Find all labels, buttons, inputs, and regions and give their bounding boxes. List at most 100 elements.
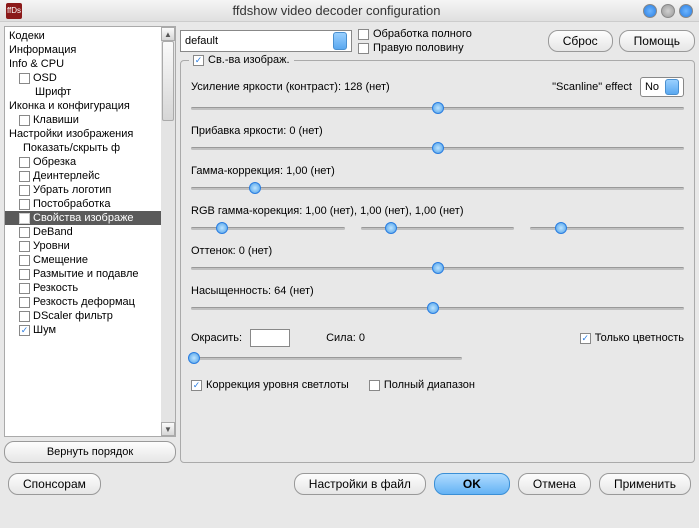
scroll-up-icon[interactable]: ▲ (161, 27, 175, 41)
tree-item[interactable]: OSD (5, 71, 161, 85)
help-button[interactable]: Помощь (619, 30, 695, 52)
rgb-gamma-r-slider[interactable] (191, 221, 345, 235)
footer: Спонсорам Настройки в файл OK Отмена При… (0, 467, 699, 501)
luma-offset-slider[interactable] (191, 141, 684, 155)
tree-item[interactable]: ✓Шум (5, 323, 161, 337)
tree-item[interactable]: DScaler фильтр (5, 309, 161, 323)
tree-checkbox[interactable] (19, 283, 30, 294)
rgb-gamma-b-slider[interactable] (530, 221, 684, 235)
tree-checkbox[interactable] (19, 185, 30, 196)
select-spinner-icon[interactable] (665, 79, 679, 95)
tree-item[interactable]: ✓Свойства изображе (5, 211, 161, 225)
tree-item[interactable]: Info & CPU (5, 57, 161, 71)
hue-slider[interactable] (191, 261, 684, 275)
tree-item-label: Кодеки (9, 30, 45, 42)
tree-checkbox[interactable] (19, 241, 30, 252)
tree-checkbox[interactable] (19, 199, 30, 210)
donate-button[interactable]: Спонсорам (8, 473, 101, 495)
minimize-icon[interactable] (643, 4, 657, 18)
preset-value: default (185, 35, 218, 47)
saturation-label: Насыщенность: 64 (нет) (191, 285, 314, 297)
gamma-label: Гамма-коррекция: 1,00 (нет) (191, 165, 335, 177)
tree-item-label: Постобработка (33, 198, 110, 210)
tree-item-label: Размытие и подавле (33, 268, 139, 280)
tree-item[interactable]: Убрать логотип (5, 183, 161, 197)
tree-checkbox[interactable]: ✓ (19, 325, 30, 336)
scroll-thumb[interactable] (162, 41, 174, 121)
tree-item[interactable]: Смещение (5, 253, 161, 267)
tree-checkbox[interactable] (19, 297, 30, 308)
reset-order-button[interactable]: Вернуть порядок (4, 441, 176, 463)
strength-label: Сила: 0 (326, 332, 365, 344)
tree-item[interactable]: Шрифт (5, 85, 161, 99)
tree-item[interactable]: DeBand (5, 225, 161, 239)
colorize-color-input[interactable] (250, 329, 290, 347)
right-half-checkbox[interactable]: Правую половину (358, 42, 472, 54)
maximize-icon[interactable] (661, 4, 675, 18)
tree-checkbox[interactable] (19, 115, 30, 126)
luma-gain-label: Усиление яркости (контраст): 128 (нет) (191, 81, 390, 93)
titlebar: ffDs ffdshow video decoder configuration (0, 0, 699, 22)
tree-item[interactable]: Деинтерлейс (5, 169, 161, 183)
picture-properties-panel: ✓Св.-ва изображ. Усиление яркости (контр… (180, 60, 695, 463)
close-icon[interactable] (679, 4, 693, 18)
gamma-slider[interactable] (191, 181, 684, 195)
window-title: ffdshow video decoder configuration (30, 3, 643, 18)
cancel-button[interactable]: Отмена (518, 473, 591, 495)
app-logo: ffDs (6, 3, 22, 19)
tree-item-label: Убрать логотип (33, 184, 111, 196)
tree-checkbox[interactable] (19, 157, 30, 168)
tree-item-label: Иконка и конфигурация (9, 100, 130, 112)
tree-scrollbar[interactable]: ▲ ▼ (161, 27, 175, 436)
tree-item[interactable]: Настройки изображения (5, 127, 161, 141)
tree-checkbox[interactable] (19, 171, 30, 182)
tree-item[interactable]: Уровни (5, 239, 161, 253)
tree-checkbox[interactable]: ✓ (19, 213, 30, 224)
panel-enable-checkbox[interactable]: ✓Св.-ва изображ. (189, 54, 294, 66)
reset-button[interactable]: Сброс (548, 30, 613, 52)
tree-item[interactable]: Кодеки (5, 29, 161, 43)
tree-checkbox[interactable] (19, 73, 30, 84)
full-processing-checkbox[interactable]: Обработка полного (358, 28, 472, 40)
tree-item[interactable]: Клавиши (5, 113, 161, 127)
tree-item[interactable]: Информация (5, 43, 161, 57)
tree-item-label: Шум (33, 324, 56, 336)
luma-correction-checkbox[interactable]: ✓Коррекция уровня светлоты (191, 379, 349, 391)
strength-slider[interactable] (191, 351, 462, 365)
tree-item-label: Показать/скрыть ф (23, 142, 120, 154)
preset-select[interactable]: default (180, 30, 352, 52)
tree-item-label: Уровни (33, 240, 70, 252)
tree-item[interactable]: Обрезка (5, 155, 161, 169)
preset-spinner-icon[interactable] (333, 32, 347, 50)
scanline-label: "Scanline" effect (552, 81, 632, 93)
scroll-down-icon[interactable]: ▼ (161, 422, 175, 436)
tree-item[interactable]: Иконка и конфигурация (5, 99, 161, 113)
tree-item[interactable]: Размытие и подавле (5, 267, 161, 281)
luma-offset-label: Прибавка яркости: 0 (нет) (191, 125, 323, 137)
tree-item[interactable]: Резкость (5, 281, 161, 295)
tree-item[interactable]: Резкость деформац (5, 295, 161, 309)
hue-label: Оттенок: 0 (нет) (191, 245, 272, 257)
apply-button[interactable]: Применить (599, 473, 691, 495)
luma-gain-slider[interactable] (191, 101, 684, 115)
tree-item-label: DScaler фильтр (33, 310, 113, 322)
tree-item[interactable]: Постобработка (5, 197, 161, 211)
tree-item-label: Настройки изображения (9, 128, 133, 140)
tree-checkbox[interactable] (19, 227, 30, 238)
saturation-slider[interactable] (191, 301, 684, 315)
tree-item-label: DeBand (33, 226, 73, 238)
chroma-only-checkbox[interactable]: ✓Только цветность (580, 332, 684, 344)
tree-checkbox[interactable] (19, 255, 30, 266)
full-range-checkbox[interactable]: Полный диапазон (369, 379, 475, 391)
tree-item-label: Свойства изображе (33, 212, 134, 224)
tree-item-label: Клавиши (33, 114, 79, 126)
tree-item[interactable]: Показать/скрыть ф (5, 141, 161, 155)
tree-item-label: Деинтерлейс (33, 170, 100, 182)
settings-tree[interactable]: КодекиИнформацияInfo & CPUOSDШрифтИконка… (5, 27, 161, 436)
tree-checkbox[interactable] (19, 311, 30, 322)
export-settings-button[interactable]: Настройки в файл (294, 473, 426, 495)
rgb-gamma-g-slider[interactable] (361, 221, 515, 235)
scanline-select[interactable]: No (640, 77, 684, 97)
tree-checkbox[interactable] (19, 269, 30, 280)
ok-button[interactable]: OK (434, 473, 510, 495)
